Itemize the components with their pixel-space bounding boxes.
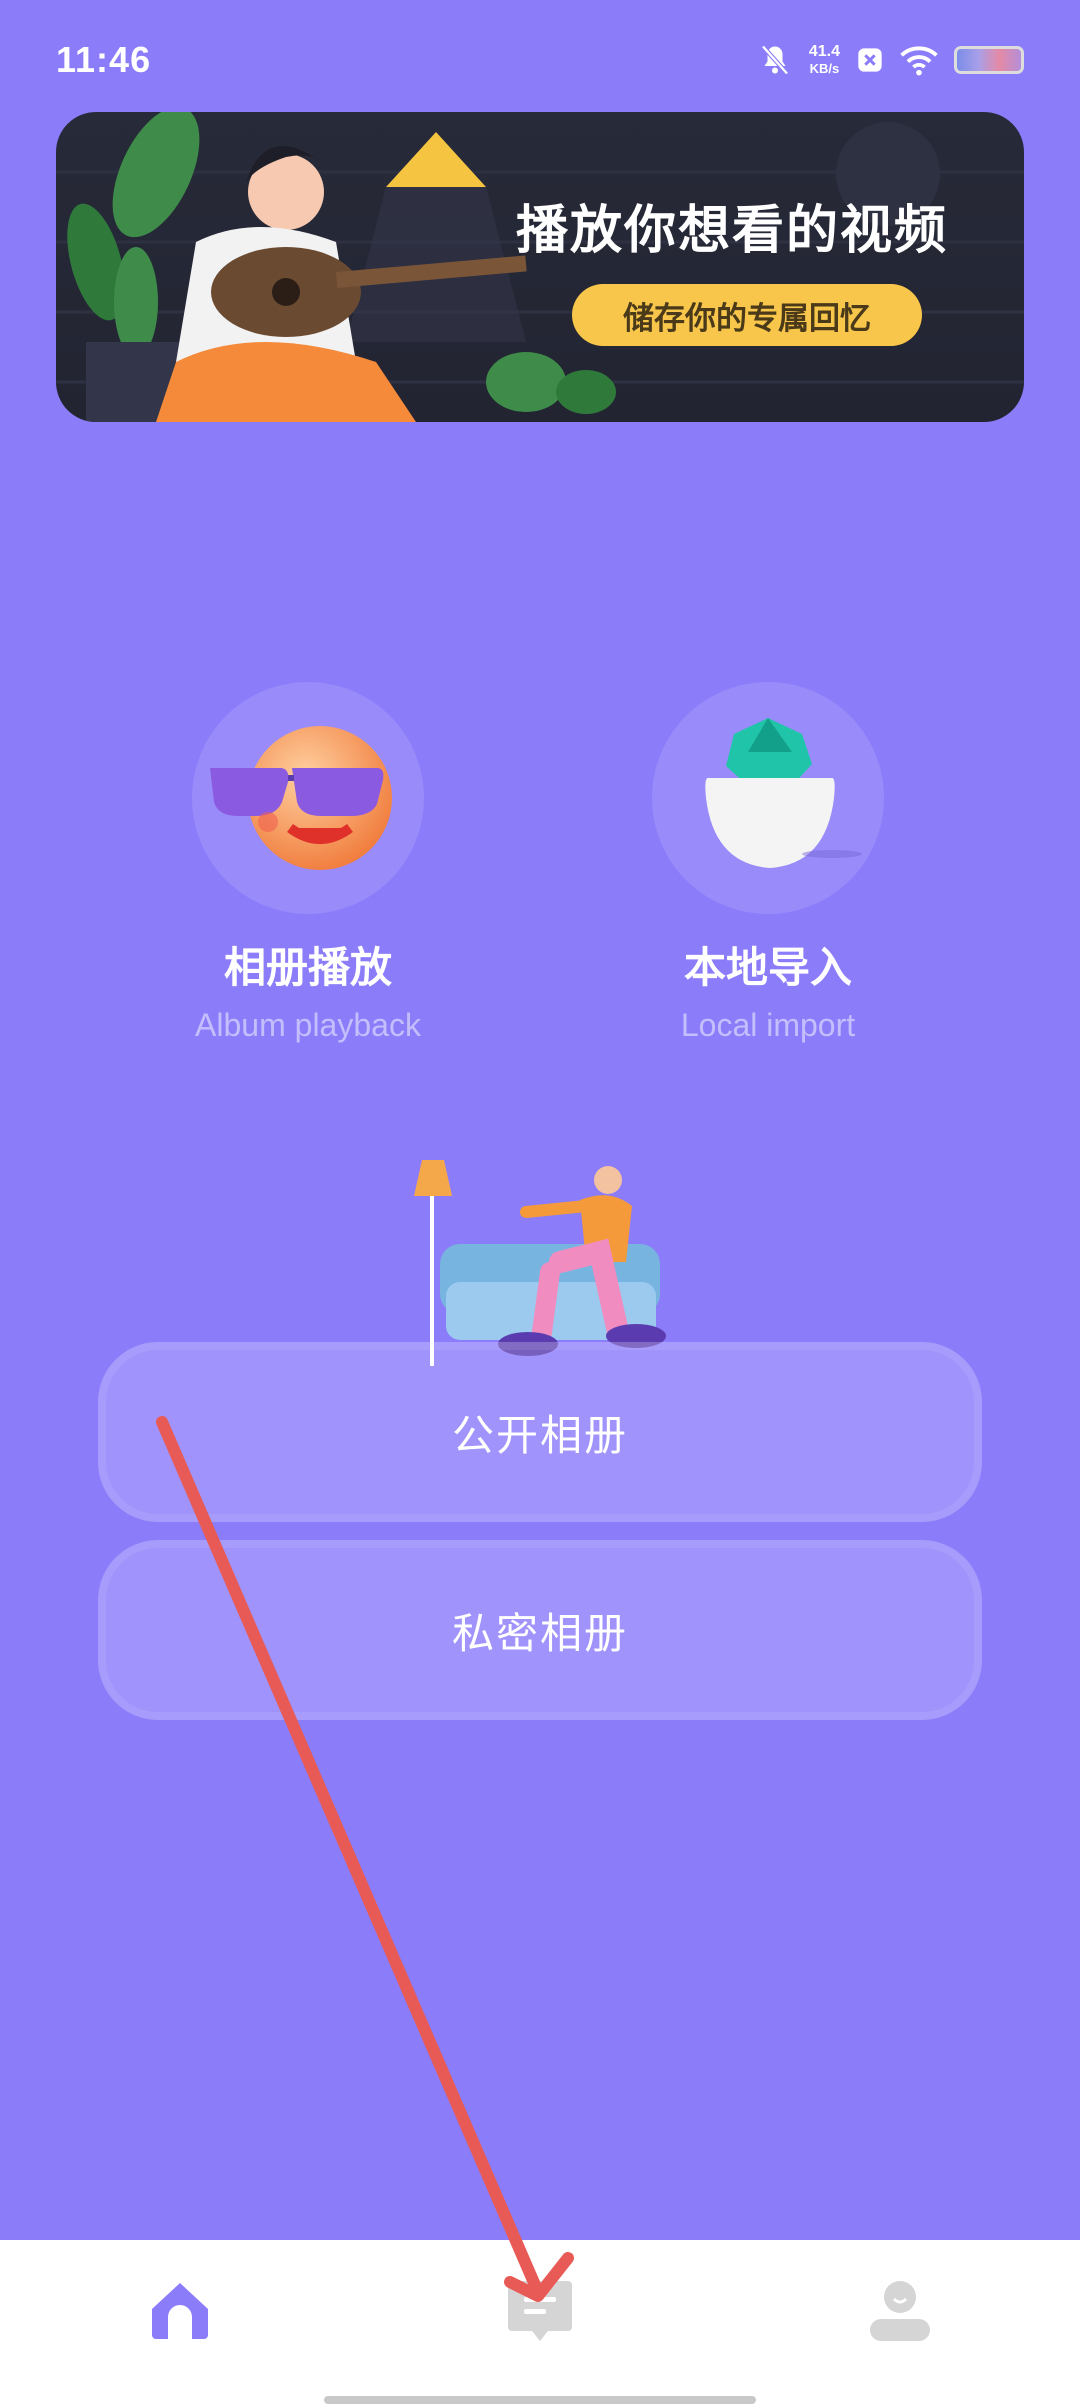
private-album-button[interactable]: 私密相册 — [98, 1540, 982, 1720]
close-box-icon — [858, 48, 882, 72]
wifi-icon — [900, 46, 938, 76]
sunglasses-emoji-icon — [210, 726, 392, 870]
status-time: 11:46 — [56, 39, 152, 80]
message-icon — [508, 2281, 572, 2341]
guitar-girl-illustration — [56, 112, 1024, 422]
home-icon — [152, 2283, 208, 2339]
promo-banner[interactable]: 播放你想看的视频 储存你的专属回忆 — [56, 112, 1024, 422]
feature-label: 本地导入 — [683, 944, 852, 991]
status-icons: 41.4 KB/s — [757, 42, 1024, 78]
feature-sub: Album playback — [195, 1007, 421, 1043]
bottom-nav — [0, 2240, 1080, 2408]
public-album-button[interactable]: 公开相册 — [98, 1342, 982, 1522]
status-bar: 11:46 41.4 KB/s — [0, 0, 1080, 120]
nav-profile[interactable] — [850, 2259, 950, 2359]
feature-album-playback[interactable]: 相册播放 Album playback — [128, 682, 488, 1044]
nav-messages[interactable] — [490, 2259, 590, 2359]
cactus-pot-icon — [705, 718, 862, 868]
feature-icon-circle — [192, 682, 424, 914]
net-speed: 41.4 KB/s — [809, 43, 840, 77]
profile-icon — [870, 2281, 930, 2341]
nav-home[interactable] — [130, 2259, 230, 2359]
feature-sub: Local import — [680, 1007, 856, 1043]
battery-icon — [954, 46, 1024, 74]
sofa-man-illustration — [414, 1160, 666, 1366]
feature-icon-circle — [652, 682, 884, 914]
home-indicator — [324, 2396, 756, 2404]
banner-button[interactable]: 储存你的专属回忆 — [572, 284, 922, 346]
mute-bell-icon — [761, 45, 789, 75]
net-speed-value: 41.4 — [808, 43, 840, 60]
feature-label: 相册播放 — [223, 944, 392, 991]
net-speed-unit: KB/s — [809, 61, 840, 76]
banner-title: 播放你想看的视频 — [516, 201, 949, 261]
feature-local-import[interactable]: 本地导入 Local import — [588, 682, 948, 1044]
